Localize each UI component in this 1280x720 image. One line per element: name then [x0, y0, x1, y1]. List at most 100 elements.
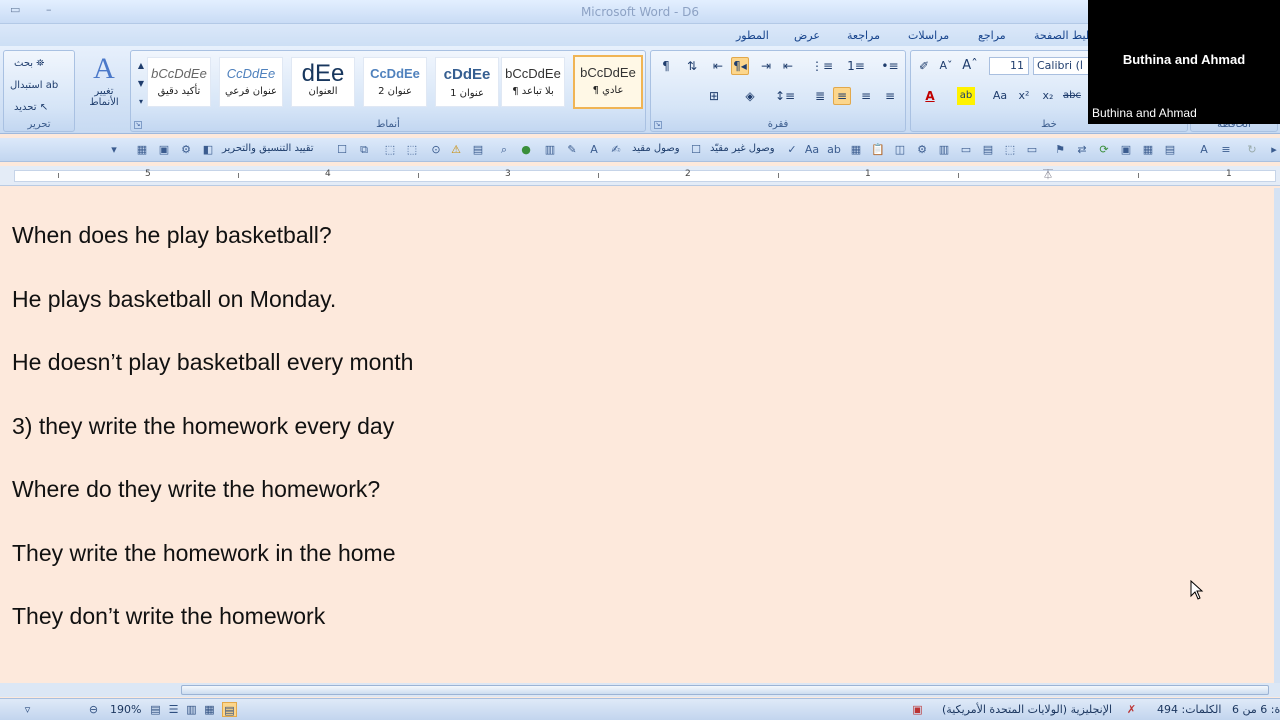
refresh-icon[interactable]: ⟳ [1096, 142, 1112, 158]
font-color-icon[interactable]: A [921, 87, 939, 105]
warning-icon[interactable]: ⚠ [448, 142, 464, 158]
rtl-direction-icon[interactable]: ¶◂ [731, 57, 749, 75]
align-right-icon[interactable]: ≡ [833, 87, 851, 105]
shrink-font-icon[interactable]: Aˇ [937, 57, 955, 75]
style-heading-2[interactable]: CcDdEe عنوان 2 [363, 57, 427, 107]
more-icon[interactable]: ▸ [1266, 142, 1280, 158]
restrict-icon[interactable]: ◧ [200, 142, 216, 158]
settings-icon[interactable]: ⚙ [178, 142, 194, 158]
text-effect-icon[interactable]: A [586, 142, 602, 158]
macro-icon[interactable]: ⚑ [1052, 142, 1068, 158]
font-size-select[interactable]: 11 [989, 57, 1029, 75]
language-status[interactable]: الإنجليزية (الولايات المتحدة الأمريكية) [942, 703, 1112, 716]
format-icon[interactable]: ≡ [1218, 142, 1234, 158]
change-case-icon[interactable]: Aa [991, 87, 1009, 105]
vertical-scrollbar[interactable] [1274, 188, 1280, 683]
gear-icon[interactable]: ⚙ [914, 142, 930, 158]
tab-developer[interactable]: المطور [736, 29, 769, 42]
table-icon[interactable]: ▦ [134, 142, 150, 158]
superscript-icon[interactable]: x² [1015, 87, 1033, 105]
page-icon[interactable]: ▥ [542, 142, 558, 158]
full-screen-icon[interactable]: ▦ [202, 702, 217, 717]
font-name-select[interactable]: Calibri (ا [1033, 57, 1093, 75]
check-icon[interactable]: ✓ [784, 142, 800, 158]
arrows-icon[interactable]: ⇄ [1074, 142, 1090, 158]
sort-icon[interactable]: ⇅ [683, 57, 701, 75]
borders-icon[interactable]: ⊞ [705, 87, 723, 105]
zoom-slider-icon[interactable]: ▿ [20, 702, 35, 717]
align-left-icon[interactable]: ≡ [881, 87, 899, 105]
highlight-icon[interactable]: ab [957, 87, 975, 105]
bullets-icon[interactable]: •≡ [881, 57, 899, 75]
list-icon[interactable]: ▤ [470, 142, 486, 158]
tab-view[interactable]: عرض [794, 29, 820, 42]
unlinked-access-label[interactable]: وصول غير مقيّد [710, 143, 775, 154]
tab-mailings[interactable]: مراسلات [908, 29, 949, 42]
subscript-icon[interactable]: x₂ [1039, 87, 1057, 105]
print-layout-icon[interactable]: ▤ [222, 702, 237, 717]
linked-access-label[interactable]: وصول مقيد [632, 143, 680, 154]
proofing-icon[interactable]: ✗ [1124, 702, 1139, 717]
align-center-icon[interactable]: ≡ [857, 87, 875, 105]
document-page[interactable]: When does he play basketball? He plays b… [0, 188, 1274, 683]
style-title[interactable]: dEe العنوان [291, 57, 355, 107]
window-icon[interactable]: ▭ [958, 142, 974, 158]
find-button[interactable]: بحث ⛯ [14, 55, 44, 73]
horizontal-scrollbar[interactable] [0, 683, 1280, 697]
tab-review[interactable]: مراجعة [847, 29, 880, 42]
unlinked-checkbox-icon[interactable]: ☐ [688, 142, 704, 158]
decrease-indent-icon[interactable]: ⇤ [779, 57, 797, 75]
grid-icon[interactable]: ▦ [848, 142, 864, 158]
link-icon[interactable]: ⧉ [356, 142, 372, 158]
ab-icon[interactable]: ab [826, 142, 842, 158]
multilevel-list-icon[interactable]: ⋮≡ [811, 57, 833, 75]
paste-icon[interactable]: 📋 [870, 142, 886, 158]
chart-icon[interactable]: ▥ [936, 142, 952, 158]
frame-icon[interactable]: ⬚ [382, 142, 398, 158]
style-normal[interactable]: bCcDdEe ¶ عادي [573, 55, 643, 109]
tab-references[interactable]: مراجع [978, 29, 1006, 42]
right-indent-marker-icon[interactable]: ⏄ [1043, 166, 1053, 186]
style-subtle-emphasis[interactable]: bCcDdEe تأكيد دقيق [147, 57, 211, 107]
shading-icon[interactable]: ◈ [741, 87, 759, 105]
restrict-editing-label[interactable]: تقييد التنسيق والتحرير [222, 143, 314, 154]
toggle-icon[interactable]: ⊙ [428, 142, 444, 158]
show-formatting-icon[interactable]: ¶ [657, 57, 675, 75]
font-style-icon[interactable]: A [1196, 142, 1212, 158]
table2-icon[interactable]: ▦ [1140, 142, 1156, 158]
field-icon[interactable]: ▣ [1118, 142, 1134, 158]
grow-font-icon[interactable]: Aˆ [961, 57, 979, 75]
redo-icon[interactable]: ↻ [1244, 142, 1260, 158]
aa-icon[interactable]: Aa [804, 142, 820, 158]
increase-indent-icon[interactable]: ⇥ [757, 57, 775, 75]
style-subtitle[interactable]: CcDdEe عنوان فرعي [219, 57, 283, 107]
frame2-icon[interactable]: ▭ [1024, 142, 1040, 158]
justify-icon[interactable]: ≣ [811, 87, 829, 105]
strikethrough-icon[interactable]: abc [1063, 87, 1081, 105]
web-layout-icon[interactable]: ▥ [184, 702, 199, 717]
image-icon[interactable]: ▣ [156, 142, 172, 158]
checkbox-icon[interactable]: ☐ [334, 142, 350, 158]
horizontal-scroll-thumb[interactable] [181, 685, 1269, 695]
search-doc-icon[interactable]: ⌕ [496, 142, 512, 158]
form-icon[interactable]: ▤ [980, 142, 996, 158]
page-count[interactable]: ة: 6 من 6 [1232, 703, 1280, 716]
replace-button[interactable]: استبدال ab [10, 77, 58, 95]
numbering-icon[interactable]: 1≡ [847, 57, 865, 75]
shape-icon[interactable]: ⬚ [1002, 142, 1018, 158]
style-no-spacing[interactable]: bCcDdEe ¶ بلا تباعد [501, 57, 565, 107]
macro-record-icon[interactable]: ▣ [910, 702, 925, 717]
draft-view-icon[interactable]: ▤ [148, 702, 163, 717]
ltr-direction-icon[interactable]: ⇤ [709, 57, 727, 75]
color-icon[interactable]: ✎ [564, 142, 580, 158]
clear-formatting-icon[interactable]: ✐ [915, 57, 933, 75]
toolbar-options-icon[interactable]: ▾ [106, 142, 122, 158]
globe-icon[interactable]: ● [518, 142, 534, 158]
zoom-out-icon[interactable]: ⊖ [86, 702, 101, 717]
outline-view-icon[interactable]: ☰ [166, 702, 181, 717]
group-icon[interactable]: ⬚ [404, 142, 420, 158]
doc-icon[interactable]: ▤ [1162, 142, 1178, 158]
pen-icon[interactable]: ✍ [608, 142, 624, 158]
puzzle-icon[interactable]: ◫ [892, 142, 908, 158]
zoom-level[interactable]: 190% [110, 703, 141, 716]
